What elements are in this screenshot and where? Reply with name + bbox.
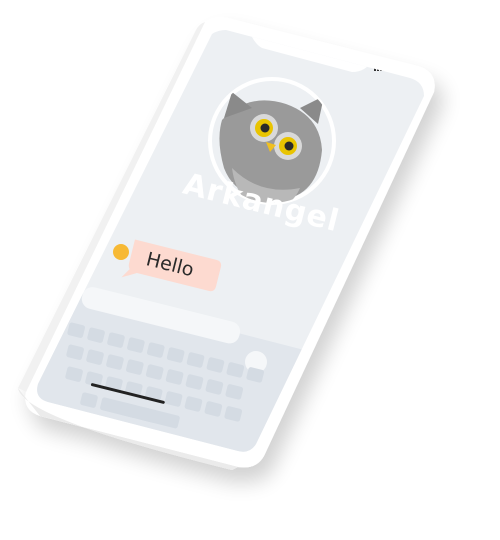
phone-mockup: Arkangel Hello: [0, 0, 500, 540]
sender-avatar: [113, 244, 129, 260]
stage: Arkangel Hello: [0, 0, 500, 540]
